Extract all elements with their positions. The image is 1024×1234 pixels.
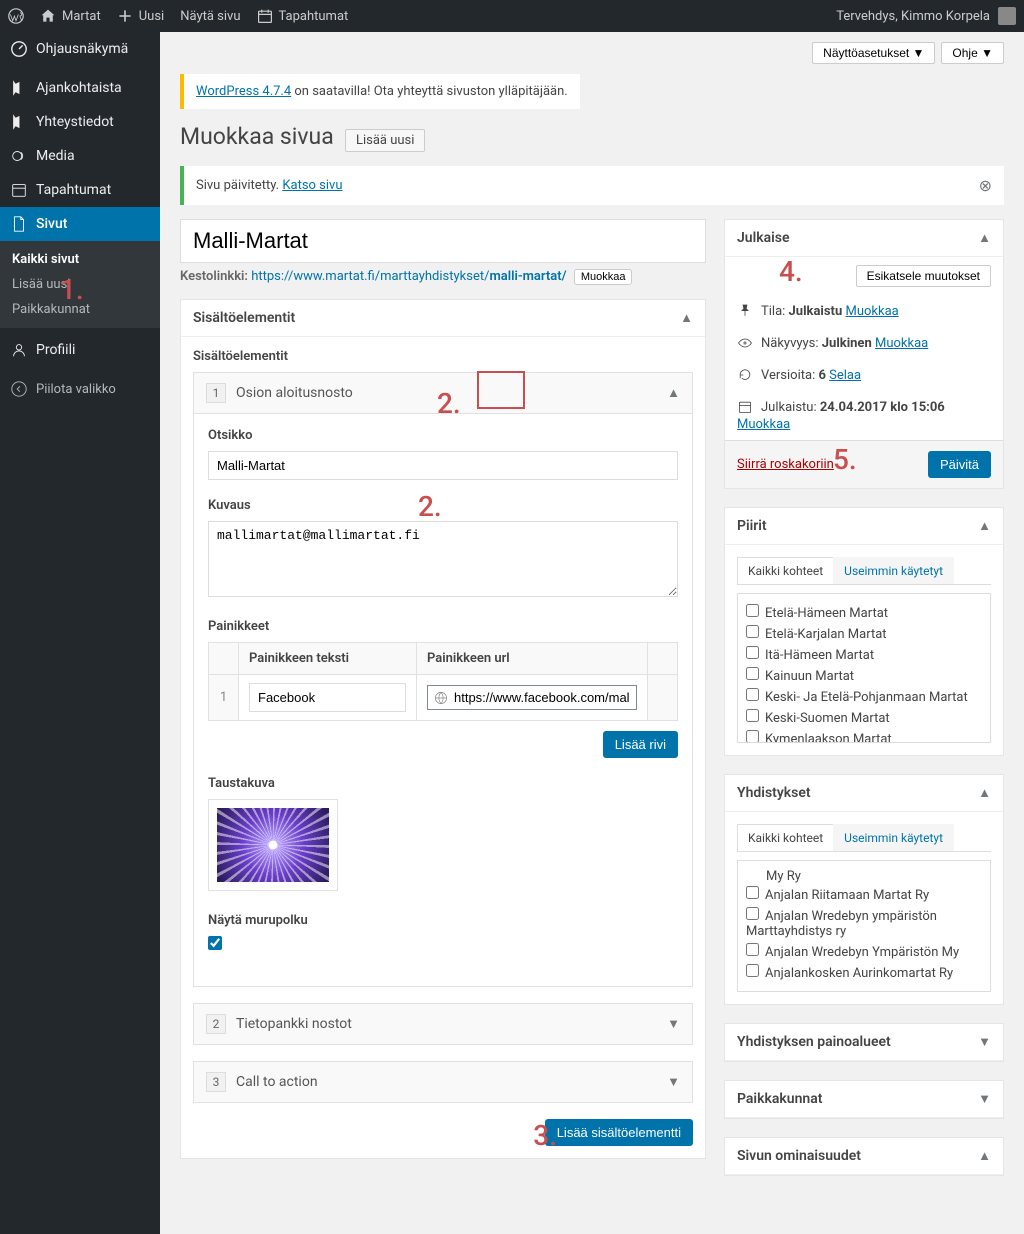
yhdistykset-box-header[interactable]: Yhdistykset▲: [725, 775, 1003, 812]
menu-pages[interactable]: Sivut: [0, 207, 160, 241]
wp-update-link[interactable]: WordPress 4.7.4: [196, 84, 291, 99]
collapse-section-icon: ▲: [667, 385, 680, 401]
collapse-menu[interactable]: Piilota valikko: [0, 372, 160, 406]
preview-button[interactable]: Esikatsele muutokset: [856, 265, 991, 287]
menu-events[interactable]: Tapahtumat: [0, 173, 160, 207]
page-attributes-box-header[interactable]: Sivun ominaisuudet▲: [725, 1138, 1003, 1175]
expand-section-icon: ▼: [667, 1074, 680, 1090]
section-title: Osion aloitusnosto: [236, 385, 657, 401]
pin-icon: [737, 303, 753, 319]
move-to-trash-link[interactable]: Siirrä roskakoriin: [737, 457, 834, 472]
painoalueet-box-header[interactable]: Yhdistyksen painoalueet▼: [725, 1024, 1003, 1061]
checklist-item[interactable]: Etelä-Hämeen Martat: [746, 602, 982, 623]
globe-icon: [434, 691, 448, 705]
section-title-input[interactable]: [208, 451, 678, 480]
submenu-localities[interactable]: Paikkakunnat: [0, 297, 160, 322]
toggle-icon: ▲: [680, 310, 693, 326]
annotation-4: 4.: [779, 255, 803, 288]
paikkakunnat-box-header[interactable]: Paikkakunnat▼: [725, 1081, 1003, 1118]
tab-all-piirit[interactable]: Kaikki kohteet: [737, 557, 834, 584]
success-notice: Sivu päivitetty. Katso sivu ⊗: [180, 166, 1004, 205]
menu-media[interactable]: Media: [0, 139, 160, 173]
checklist-item[interactable]: Itä-Hämeen Martat: [746, 644, 982, 665]
piirit-box-header[interactable]: Piirit▲: [725, 508, 1003, 545]
permalink-link[interactable]: https://www.martat.fi/marttayhdistykset/…: [251, 269, 566, 284]
title-field-label: Otsikko: [208, 428, 678, 443]
checklist-item[interactable]: Anjalan Riitamaan Martat Ry: [746, 884, 982, 905]
screen-options-button[interactable]: Näyttöasetukset ▼: [812, 42, 935, 64]
section-number: 1: [206, 383, 226, 403]
edit-visibility-link[interactable]: Muokkaa: [875, 336, 928, 351]
user-avatar[interactable]: [998, 7, 1016, 25]
submenu-all-pages[interactable]: Kaikki sivut: [0, 247, 160, 272]
permalink-row: Kestolinkki: https://www.martat.fi/martt…: [180, 269, 706, 285]
visibility-icon: [737, 335, 753, 351]
site-home-link[interactable]: Martat: [40, 8, 101, 24]
breadcrumb-checkbox[interactable]: [208, 936, 222, 950]
publish-box-header[interactable]: Julkaise ▲: [725, 220, 1003, 257]
annotation-5: 5.: [833, 443, 857, 476]
edit-status-link[interactable]: Muokkaa: [845, 304, 898, 319]
wp-logo[interactable]: [8, 8, 24, 24]
page-title-input[interactable]: [180, 219, 706, 263]
buttons-field-label: Painikkeet: [208, 619, 678, 634]
checklist-item[interactable]: Kainuun Martat: [746, 665, 982, 686]
section-3-header[interactable]: 3 Call to action ▼: [194, 1062, 692, 1102]
new-content-link[interactable]: Uusi: [117, 8, 164, 24]
submenu-add-new[interactable]: Lisää uusi: [0, 272, 160, 297]
button-text-header: Painikkeen teksti: [239, 643, 417, 675]
checklist-item[interactable]: Kymenlaakson Martat: [746, 728, 982, 743]
admin-sidebar: Ohjausnäkymä Ajankohtaista Yhteystiedot …: [0, 32, 160, 1234]
help-button[interactable]: Ohje ▼: [941, 42, 1004, 64]
desc-field-label: Kuvaus: [208, 498, 678, 513]
content-elements-header[interactable]: Sisältöelementit ▲: [181, 300, 705, 337]
add-row-button[interactable]: Lisää rivi: [603, 731, 678, 758]
menu-profile[interactable]: Profiili: [0, 333, 160, 367]
greeting: Tervehdys, Kimmo Korpela: [836, 9, 990, 24]
section-1-header[interactable]: 1 Osion aloitusnosto ▲: [194, 373, 692, 414]
checklist-item[interactable]: Anjalankosken Aurinkomartat Ry: [746, 962, 982, 983]
checklist-item[interactable]: Anjalan Wredebyn Ympäristön My: [746, 941, 982, 962]
browse-revisions-link[interactable]: Selaa: [829, 368, 861, 383]
button-url-input[interactable]: [454, 690, 630, 705]
checklist-item[interactable]: Etelä-Karjalan Martat: [746, 623, 982, 644]
expand-section-icon: ▼: [667, 1016, 680, 1032]
checklist-item[interactable]: Keski- Ja Etelä-Pohjanmaan Martat: [746, 686, 982, 707]
tab-used-piirit[interactable]: Useimmin käytetyt: [833, 557, 954, 584]
update-button[interactable]: Päivitä: [928, 451, 991, 478]
tab-all-yhd[interactable]: Kaikki kohteet: [737, 824, 834, 851]
page-heading: Muokkaa sivua: [180, 123, 334, 150]
repeater-row: 1: [209, 675, 678, 721]
content-elements-legend: Sisältöelementit: [193, 349, 693, 364]
checklist-item[interactable]: Anjalan Wredebyn ympäristön Marttayhdist…: [746, 905, 982, 941]
menu-dashboard[interactable]: Ohjausnäkymä: [0, 32, 160, 66]
menu-contacts[interactable]: Yhteystiedot: [0, 105, 160, 139]
checklist-item[interactable]: Keski-Suomen Martat: [746, 707, 982, 728]
piirit-checklist[interactable]: Etelä-Hämeen MartatEtelä-Karjalan Martat…: [737, 593, 991, 743]
bg-image-label: Taustakuva: [208, 776, 678, 791]
breadcrumb-label: Näytä murupolku: [208, 913, 678, 928]
add-content-element-button[interactable]: Lisää sisältöelementti: [545, 1119, 693, 1146]
edit-date-link[interactable]: Muokkaa: [737, 417, 790, 432]
events-link[interactable]: Tapahtumat: [257, 8, 349, 24]
update-notice: WordPress 4.7.4 on saatavilla! Ota yhtey…: [180, 74, 580, 109]
button-text-input[interactable]: [249, 683, 406, 712]
yhdistykset-checklist[interactable]: My RyAnjalan Riitamaan Martat RyAnjalan …: [737, 860, 991, 992]
site-name: Martat: [62, 9, 101, 24]
dismiss-notice-button[interactable]: ⊗: [979, 176, 992, 195]
view-page-link[interactable]: Katso sivu: [282, 178, 342, 193]
menu-news[interactable]: Ajankohtaista: [0, 71, 160, 105]
tab-used-yhd[interactable]: Useimmin käytetyt: [833, 824, 954, 851]
calendar-icon: [737, 399, 753, 415]
bg-image-thumb[interactable]: [208, 799, 338, 891]
section-desc-textarea[interactable]: mallimartat@mallimartat.fi: [208, 521, 678, 597]
revisions-icon: [737, 367, 753, 383]
button-url-header: Painikkeen url: [417, 643, 648, 675]
view-page-link[interactable]: Näytä sivu: [180, 9, 240, 24]
add-new-page-button[interactable]: Lisää uusi: [345, 129, 425, 152]
edit-permalink-button[interactable]: Muokkaa: [574, 269, 633, 285]
section-2-header[interactable]: 2 Tietopankki nostot ▼: [194, 1004, 692, 1044]
